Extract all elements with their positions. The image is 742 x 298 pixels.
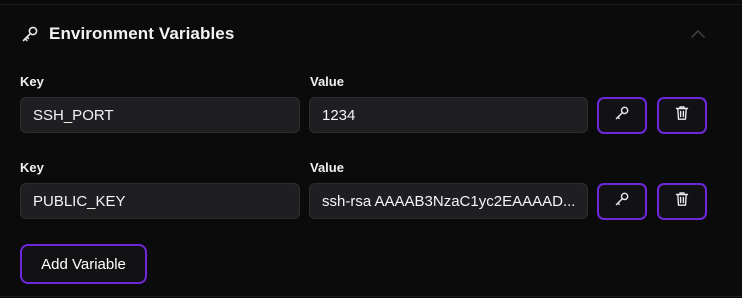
- edit-variable-button[interactable]: [597, 97, 647, 134]
- key-input-value: SSH_PORT: [33, 106, 114, 124]
- key-label: Key: [20, 74, 44, 89]
- value-label: Value: [310, 160, 344, 175]
- value-input[interactable]: ssh-rsa AAAAB3NzaC1yc2EAAAAD...: [309, 183, 588, 219]
- add-variable-button[interactable]: Add Variable: [20, 244, 147, 284]
- section-header: Environment Variables: [20, 20, 722, 48]
- key-label: Key: [20, 160, 44, 175]
- value-label: Value: [310, 74, 344, 89]
- key-icon: [614, 191, 630, 212]
- delete-variable-button[interactable]: [657, 97, 707, 134]
- value-input-value: 1234: [322, 106, 356, 124]
- key-input-value: PUBLIC_KEY: [33, 192, 126, 210]
- key-input[interactable]: SSH_PORT: [20, 97, 300, 133]
- key-input[interactable]: PUBLIC_KEY: [20, 183, 300, 219]
- edit-variable-button[interactable]: [597, 183, 647, 220]
- top-divider: [0, 4, 742, 5]
- chevron-up-icon[interactable]: [688, 24, 708, 44]
- key-icon: [614, 105, 630, 126]
- delete-variable-button[interactable]: [657, 183, 707, 220]
- value-input-value: ssh-rsa AAAAB3NzaC1yc2EAAAAD...: [322, 192, 575, 210]
- trash-icon: [675, 191, 689, 212]
- section-title: Environment Variables: [49, 24, 235, 43]
- key-icon: [20, 24, 40, 44]
- trash-icon: [675, 105, 689, 126]
- bottom-divider: [0, 296, 742, 297]
- value-input[interactable]: 1234: [309, 97, 588, 133]
